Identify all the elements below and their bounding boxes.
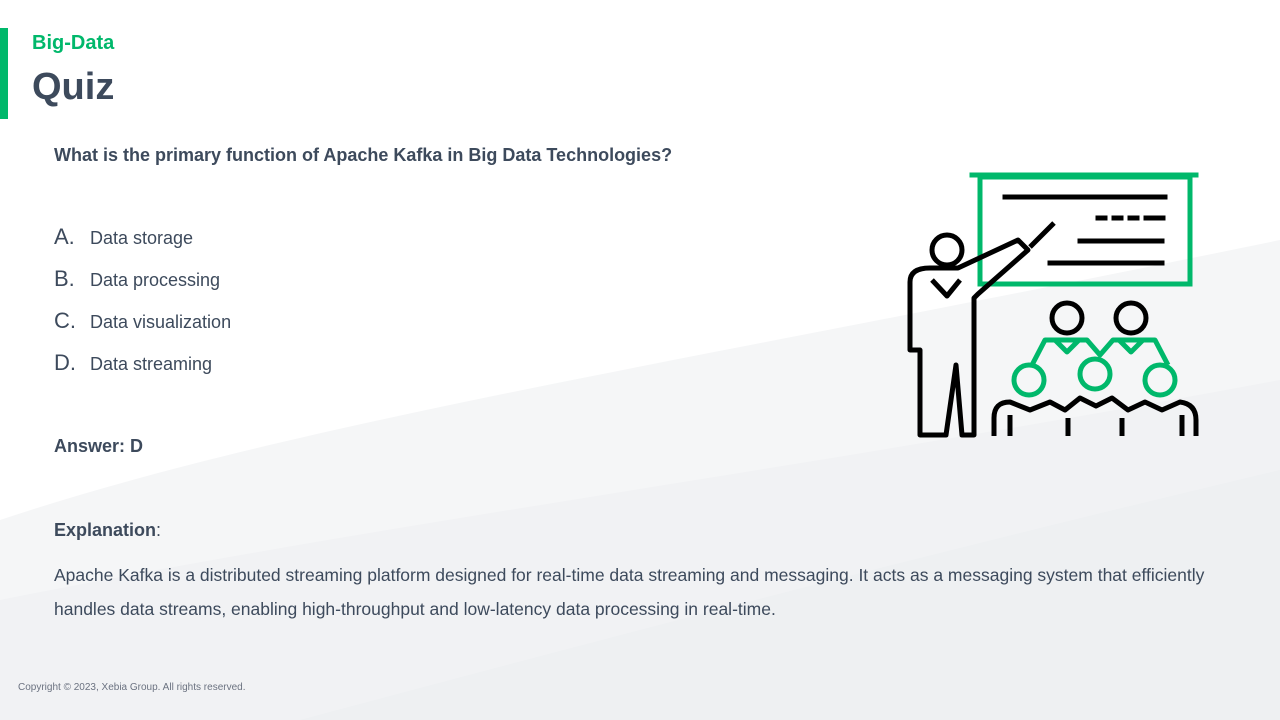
option-text: Data storage bbox=[90, 228, 194, 248]
option-text: Data streaming bbox=[90, 354, 213, 374]
option-letter: B. bbox=[54, 266, 75, 291]
option-letter: D. bbox=[54, 350, 76, 375]
explanation-label: Explanation bbox=[54, 520, 157, 540]
explanation-text: Apache Kafka is a distributed streaming … bbox=[54, 565, 1205, 619]
option-letter: C. bbox=[54, 308, 76, 333]
option-a: A. Data storage bbox=[54, 224, 231, 266]
quiz-question: What is the primary function of Apache K… bbox=[54, 145, 673, 165]
teacher-icon bbox=[907, 221, 1056, 438]
explanation-heading: Explanation: bbox=[54, 520, 161, 541]
presentation-teacher-audience-icon bbox=[907, 172, 1199, 438]
option-letter: A. bbox=[54, 224, 75, 249]
page-title: Quiz bbox=[32, 66, 115, 108]
accent-bar bbox=[0, 28, 8, 119]
answer: Answer: D bbox=[54, 436, 144, 456]
option-text: Data visualization bbox=[90, 312, 232, 332]
option-b: B. Data processing bbox=[54, 266, 231, 308]
option-c: C. Data visualization bbox=[54, 308, 231, 350]
copyright-footer: Copyright © 2023, Xebia Group. All right… bbox=[18, 682, 246, 693]
option-text: Data processing bbox=[90, 270, 221, 290]
audience-icon bbox=[991, 300, 1199, 436]
section-label: Big-Data bbox=[32, 32, 115, 54]
explanation-colon: : bbox=[156, 520, 162, 540]
option-d: D. Data streaming bbox=[54, 350, 231, 392]
options-list: A. Data storage B. Data processing C. Da… bbox=[54, 224, 231, 392]
